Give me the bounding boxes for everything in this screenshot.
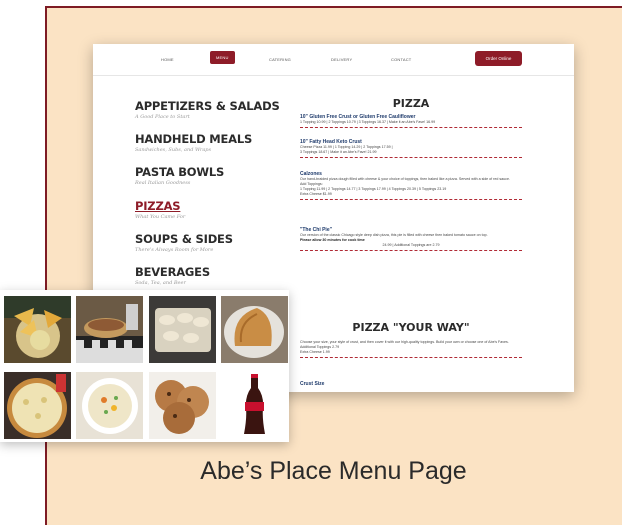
item-price-line: 24.99 | Additional Toppings are 2.79 — [382, 243, 440, 247]
nav-catering[interactable]: CATERING — [269, 57, 291, 62]
food-photo-grid — [0, 290, 289, 442]
menu-item: 10" Fatty Head Keto Crust Cheese Pizza 1… — [300, 139, 522, 158]
soup-photo — [76, 372, 143, 439]
cola-bottle-photo — [221, 372, 288, 439]
pizza-photo — [4, 372, 71, 439]
pizza-heading: PIZZA — [392, 97, 430, 110]
calzone-photo — [221, 296, 288, 363]
pizza-your-way-heading: PIZZA "YOUR WAY" — [352, 321, 470, 334]
category-title: PASTA BOWLS — [135, 165, 225, 179]
top-navigation: HOME MENU CATERING DELIVERY CONTACT Orde… — [93, 44, 574, 76]
category-subtitle: Sandwiches, Subs, and Wraps — [135, 147, 212, 153]
cookies-photo — [149, 372, 216, 439]
page-caption: Abe’s Place Menu Page — [200, 457, 467, 485]
menu-item: Calzones Our hand-braided pizza dough fi… — [300, 171, 522, 200]
menu-item: "The Chi Pie" Our version of the classic… — [300, 227, 522, 251]
category-title: BEVERAGES — [135, 265, 210, 279]
category-soups[interactable]: SOUPS & SIDES There's Always Room for Mo… — [135, 232, 233, 253]
item-price-line: Extra Cheese $1.99 — [300, 192, 332, 196]
nachos-photo — [4, 296, 71, 363]
menu-item: 10" Gluten Free Crust or Gluten Free Cau… — [300, 114, 522, 128]
sandwich-photo — [76, 296, 143, 363]
category-subtitle: What You Came For — [135, 214, 186, 220]
nav-delivery[interactable]: DELIVERY — [331, 57, 352, 62]
category-subtitle: A Good Place to Start — [135, 114, 190, 120]
category-beverages[interactable]: BEVERAGES Soda, Tea, and Beer — [135, 265, 210, 286]
category-subtitle: There's Always Room for More — [135, 247, 214, 253]
category-title: HANDHELD MEALS — [135, 132, 253, 146]
category-title: APPETIZERS & SALADS — [135, 99, 280, 113]
ravioli-photo — [149, 296, 216, 363]
category-handheld[interactable]: HANDHELD MEALS Sandwiches, Subs, and Wra… — [135, 132, 252, 153]
nav-home[interactable]: HOME — [161, 57, 174, 62]
item-description: Our hand-braided pizza dough filled with… — [300, 177, 510, 181]
category-title: SOUPS & SIDES — [135, 232, 233, 246]
nav-menu[interactable]: MENU — [210, 51, 235, 64]
category-appetizers[interactable]: APPETIZERS & SALADS A Good Place to Star… — [135, 99, 280, 120]
nav-contact[interactable]: CONTACT — [391, 57, 411, 62]
category-subtitle: Real Italian Goodness — [135, 180, 191, 186]
category-title-active: PIZZAS — [135, 199, 181, 213]
item-price-line: 3 Toppings 18.67 | Make it an Abe's Fave… — [300, 150, 377, 154]
order-online-button[interactable]: Order Online — [475, 51, 522, 66]
category-pasta[interactable]: PASTA BOWLS Real Italian Goodness — [135, 165, 224, 186]
item-price-line: 1 Topping 10.99 | 2 Toppings 10.79 | 3 T… — [300, 120, 436, 124]
item-price-line: Extra Cheese 1.99 — [300, 350, 330, 354]
pizza-your-way-info: Choose your size, your style of crust, a… — [300, 340, 522, 358]
crust-size-label: Crust Size — [300, 381, 325, 387]
category-pizzas[interactable]: PIZZAS What You Came For — [135, 199, 185, 220]
category-subtitle: Soda, Tea, and Beer — [135, 280, 186, 286]
